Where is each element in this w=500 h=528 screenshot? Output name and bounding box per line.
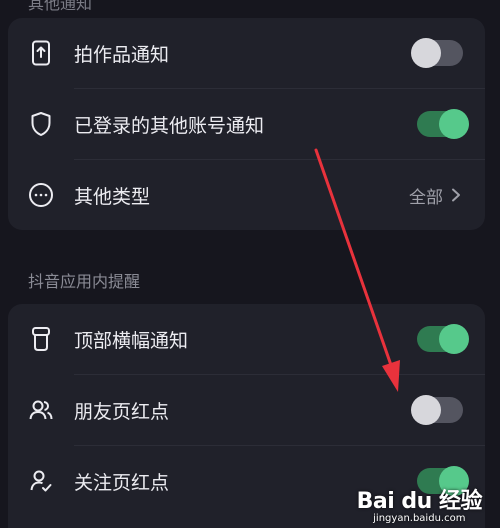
banner-icon: [28, 326, 54, 352]
baidu-jingyan-watermark: Bai du 经验 jingyan.baidu.com: [356, 483, 483, 524]
watermark-url: jingyan.baidu.com: [373, 513, 466, 524]
shield-icon: [28, 111, 54, 137]
row-post-work-notification[interactable]: 拍作品通知: [8, 18, 485, 88]
row-label: 朋友页红点: [74, 400, 170, 423]
section-title-in-app-reminders: 抖音应用内提醒: [28, 272, 141, 291]
other-notifications-card: 拍作品通知 已登录的其他账号通知 其他类型 全部: [8, 18, 485, 230]
toggle-other-account-notification[interactable]: [417, 109, 469, 139]
row-friends-page-red-dot[interactable]: 朋友页红点: [8, 375, 485, 445]
friends-icon: [28, 397, 54, 423]
row-label: 其他类型: [74, 185, 151, 208]
row-other-types[interactable]: 其他类型 全部: [8, 160, 485, 230]
chevron-right-icon: [452, 188, 460, 202]
toggle-top-banner-notification[interactable]: [417, 324, 469, 354]
toggle-post-work-notification[interactable]: [411, 38, 463, 68]
toggle-friends-page-red-dot[interactable]: [411, 395, 463, 425]
row-other-account-notification[interactable]: 已登录的其他账号通知: [8, 89, 485, 159]
section-title-other-notifications: 其他通知: [28, 0, 93, 13]
row-label: 顶部横幅通知: [74, 329, 189, 352]
row-top-banner-notification[interactable]: 顶部横幅通知: [8, 304, 485, 374]
follow-user-icon: [28, 468, 54, 494]
upload-phone-icon: [28, 40, 54, 66]
value-text: 全部: [409, 187, 443, 208]
row-label: 已登录的其他账号通知: [74, 114, 265, 137]
watermark-logo: Bai du 经验: [356, 489, 483, 514]
more-circle-icon: [28, 182, 54, 208]
row-label: 拍作品通知: [74, 43, 170, 66]
other-types-value[interactable]: 全部: [409, 183, 461, 208]
row-label: 关注页红点: [74, 471, 170, 494]
